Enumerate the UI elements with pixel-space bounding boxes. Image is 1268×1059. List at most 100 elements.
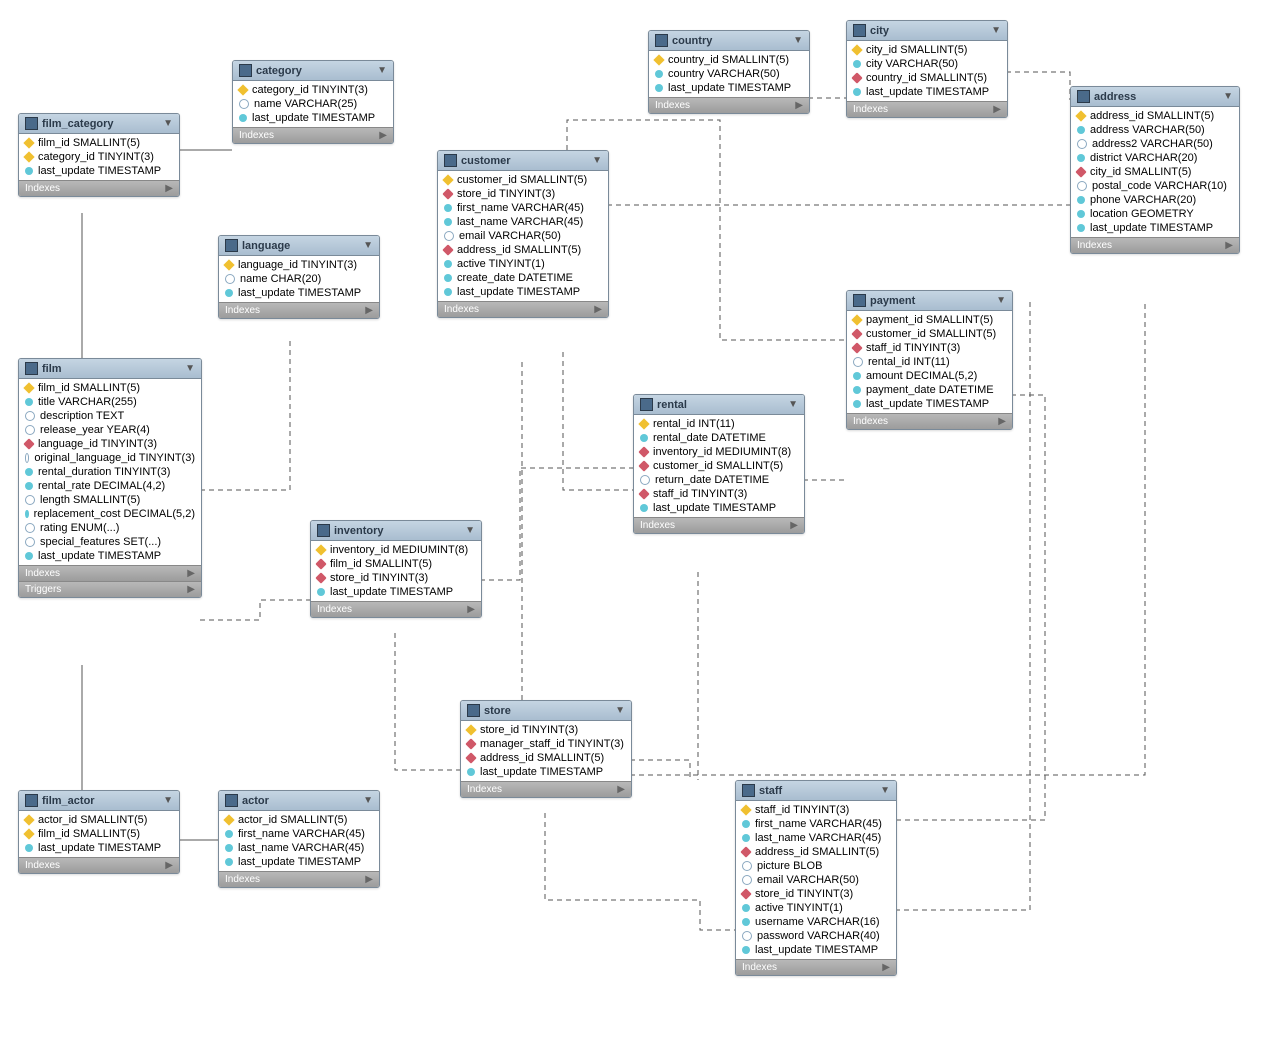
column-row[interactable]: store_id TINYINT(3) [736,887,896,901]
section-indexes[interactable]: Indexes▶ [438,301,608,317]
column-row[interactable]: last_update TIMESTAMP [634,501,804,515]
column-row[interactable]: inventory_id MEDIUMINT(8) [311,543,481,557]
column-row[interactable]: title VARCHAR(255) [19,395,201,409]
table-city[interactable]: city▼city_id SMALLINT(5)city VARCHAR(50)… [846,20,1008,118]
column-row[interactable]: last_name VARCHAR(45) [438,215,608,229]
column-row[interactable]: rental_duration TINYINT(3) [19,465,201,479]
table-inventory[interactable]: inventory▼ inventory_id MEDIUMINT(8)film_… [310,520,482,618]
column-row[interactable]: address_id SMALLINT(5) [438,243,608,257]
column-row[interactable]: last_update TIMESTAMP [19,549,201,563]
column-row[interactable]: store_id TINYINT(3) [438,187,608,201]
table-header[interactable]: rental▼ [634,395,804,415]
column-row[interactable]: name CHAR(20) [219,272,379,286]
column-row[interactable]: name VARCHAR(25) [233,97,393,111]
table-header[interactable]: film▼ [19,359,201,379]
column-row[interactable]: rental_rate DECIMAL(4,2) [19,479,201,493]
column-row[interactable]: district VARCHAR(20) [1071,151,1239,165]
column-row[interactable]: last_update TIMESTAMP [219,286,379,300]
column-row[interactable]: address_id SMALLINT(5) [461,751,631,765]
column-row[interactable]: manager_staff_id TINYINT(3) [461,737,631,751]
column-row[interactable]: country VARCHAR(50) [649,67,809,81]
table-header[interactable]: customer▼ [438,151,608,171]
column-row[interactable]: country_id SMALLINT(5) [847,71,1007,85]
section-indexes[interactable]: Indexes▶ [634,517,804,533]
table-header[interactable]: film_category▼ [19,114,179,134]
section-indexes[interactable]: Indexes▶ [219,302,379,318]
column-row[interactable]: release_year YEAR(4) [19,423,201,437]
table-store[interactable]: store▼ store_id TINYINT(3)manager_staff_i… [460,700,632,798]
section-indexes[interactable]: Indexes▶ [1071,237,1239,253]
column-row[interactable]: film_id SMALLINT(5) [19,381,201,395]
column-row[interactable]: staff_id TINYINT(3) [736,803,896,817]
column-row[interactable]: first_name VARCHAR(45) [438,201,608,215]
table-header[interactable]: category▼ [233,61,393,81]
column-row[interactable]: rental_id INT(11) [847,355,1012,369]
section-indexes[interactable]: Indexes▶ [461,781,631,797]
section-indexes[interactable]: Indexes▶ [219,871,379,887]
table-country[interactable]: country▼ country_id SMALLINT(5)country VA… [648,30,810,114]
table-header[interactable]: store▼ [461,701,631,721]
table-header[interactable]: actor▼ [219,791,379,811]
column-row[interactable]: email VARCHAR(50) [438,229,608,243]
column-row[interactable]: last_update TIMESTAMP [736,943,896,957]
column-row[interactable]: replacement_cost DECIMAL(5,2) [19,507,201,521]
column-row[interactable]: picture BLOB [736,859,896,873]
column-row[interactable]: category_id TINYINT(3) [233,83,393,97]
section-indexes[interactable]: Indexes▶ [311,601,481,617]
column-row[interactable]: last_name VARCHAR(45) [736,831,896,845]
column-row[interactable]: create_date DATETIME [438,271,608,285]
column-row[interactable]: inventory_id MEDIUMINT(8) [634,445,804,459]
column-row[interactable]: customer_id SMALLINT(5) [634,459,804,473]
column-row[interactable]: username VARCHAR(16) [736,915,896,929]
column-row[interactable]: first_name VARCHAR(45) [219,827,379,841]
column-row[interactable]: email VARCHAR(50) [736,873,896,887]
column-row[interactable]: customer_id SMALLINT(5) [847,327,1012,341]
column-row[interactable]: film_id SMALLINT(5) [19,136,179,150]
column-row[interactable]: amount DECIMAL(5,2) [847,369,1012,383]
column-row[interactable]: payment_date DATETIME [847,383,1012,397]
column-row[interactable]: address VARCHAR(50) [1071,123,1239,137]
table-film[interactable]: film▼ film_id SMALLINT(5)title VARCHAR(25… [18,358,202,598]
table-header[interactable]: address▼ [1071,87,1239,107]
column-row[interactable]: country_id SMALLINT(5) [649,53,809,67]
column-row[interactable]: city VARCHAR(50) [847,57,1007,71]
column-row[interactable]: last_update TIMESTAMP [311,585,481,599]
column-row[interactable]: language_id TINYINT(3) [219,258,379,272]
table-actor[interactable]: actor▼ actor_id SMALLINT(5)first_name VAR… [218,790,380,888]
table-staff[interactable]: staff▼ staff_id TINYINT(3)first_name VARC… [735,780,897,976]
column-row[interactable]: last_update TIMESTAMP [461,765,631,779]
column-row[interactable]: length SMALLINT(5) [19,493,201,507]
column-row[interactable]: city_id SMALLINT(5) [847,43,1007,57]
table-header[interactable]: inventory▼ [311,521,481,541]
column-row[interactable]: last_update TIMESTAMP [847,397,1012,411]
column-row[interactable]: rental_date DATETIME [634,431,804,445]
table-customer[interactable]: customer▼customer_id SMALLINT(5)store_id… [437,150,609,318]
column-row[interactable]: active TINYINT(1) [736,901,896,915]
column-row[interactable]: last_update TIMESTAMP [19,841,179,855]
table-header[interactable]: film_actor▼ [19,791,179,811]
column-row[interactable]: last_update TIMESTAMP [1071,221,1239,235]
table-film_actor[interactable]: film_actor▼actor_id SMALLINT(5)film_id S… [18,790,180,874]
column-row[interactable]: store_id TINYINT(3) [311,571,481,585]
column-row[interactable]: last_update TIMESTAMP [219,855,379,869]
column-row[interactable]: original_language_id TINYINT(3) [19,451,201,465]
table-film_category[interactable]: film_category▼ film_id SMALLINT(5)categor… [18,113,180,197]
section-indexes[interactable]: Indexes▶ [19,180,179,196]
column-row[interactable]: film_id SMALLINT(5) [311,557,481,571]
column-row[interactable]: store_id TINYINT(3) [461,723,631,737]
column-row[interactable]: staff_id TINYINT(3) [847,341,1012,355]
column-row[interactable]: address_id SMALLINT(5) [736,845,896,859]
table-header[interactable]: country▼ [649,31,809,51]
column-row[interactable]: last_update TIMESTAMP [649,81,809,95]
column-row[interactable]: special_features SET(...) [19,535,201,549]
column-row[interactable]: rating ENUM(...) [19,521,201,535]
column-row[interactable]: actor_id SMALLINT(5) [219,813,379,827]
column-row[interactable]: category_id TINYINT(3) [19,150,179,164]
column-row[interactable]: password VARCHAR(40) [736,929,896,943]
column-row[interactable]: last_update TIMESTAMP [438,285,608,299]
column-row[interactable]: location GEOMETRY [1071,207,1239,221]
section-indexes[interactable]: Indexes▶ [736,959,896,975]
column-row[interactable]: active TINYINT(1) [438,257,608,271]
column-row[interactable]: first_name VARCHAR(45) [736,817,896,831]
table-header[interactable]: staff▼ [736,781,896,801]
